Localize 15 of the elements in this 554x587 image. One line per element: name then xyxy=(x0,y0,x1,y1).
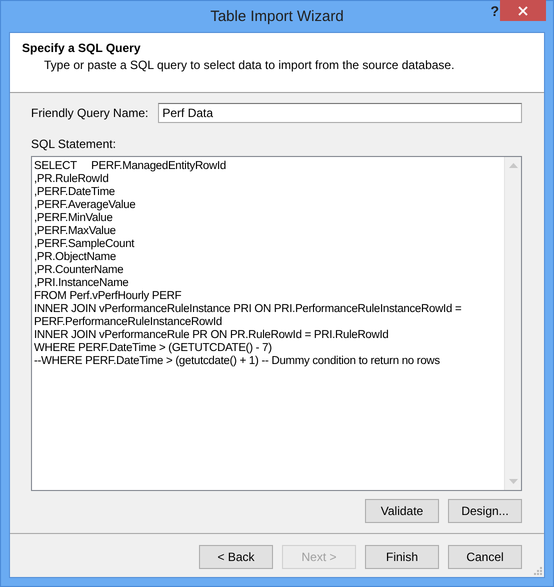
wizard-nav-button[interactable]: Finish xyxy=(365,545,439,569)
help-button[interactable]: ? xyxy=(486,3,503,19)
window-title: Table Import Wizard xyxy=(210,8,344,25)
close-button[interactable] xyxy=(500,0,546,21)
close-icon xyxy=(518,6,528,16)
wizard-nav-button[interactable]: < Back xyxy=(199,545,273,569)
wizard-nav-button[interactable]: Cancel xyxy=(448,545,522,569)
query-button[interactable]: Design... xyxy=(448,499,522,523)
page-description: Type or paste a SQL query to select data to import from the source database. xyxy=(43,58,456,72)
friendly-name-label: Friendly Query Name: xyxy=(31,106,148,120)
friendly-name-field[interactable]: Perf Data xyxy=(158,103,522,123)
sql-statement-label: SQL Statement: xyxy=(31,137,117,151)
page-heading: Specify a SQL Query xyxy=(22,41,142,55)
resize-grip-icon xyxy=(534,567,542,575)
query-button[interactable]: Validate xyxy=(365,499,439,523)
